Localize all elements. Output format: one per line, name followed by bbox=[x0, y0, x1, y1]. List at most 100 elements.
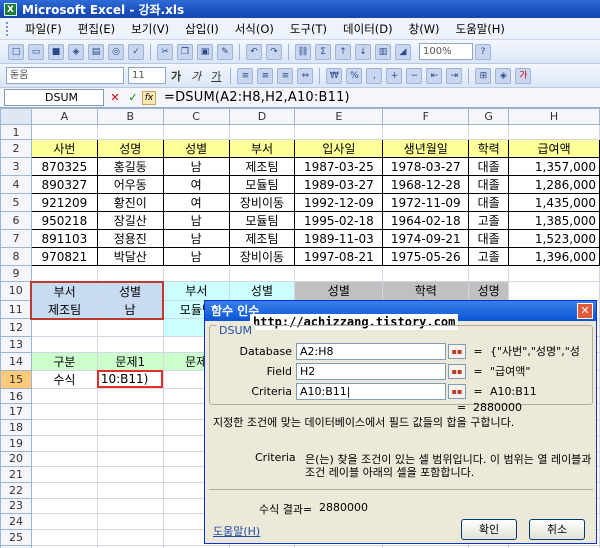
underline-button[interactable]: 가 bbox=[206, 68, 226, 84]
cell[interactable] bbox=[30, 123, 98, 141]
align-left-icon[interactable]: ≡ bbox=[237, 67, 254, 84]
criteria-cell[interactable]: 제조팀 bbox=[30, 299, 98, 320]
row-header[interactable]: 2 bbox=[0, 139, 32, 159]
menu-insert[interactable]: 삽입(I) bbox=[177, 21, 227, 37]
cell[interactable]: 1995-02-18 bbox=[294, 211, 384, 231]
database-input[interactable]: A2:H8 bbox=[296, 342, 446, 360]
column-header[interactable]: B bbox=[96, 108, 164, 125]
cell[interactable] bbox=[228, 123, 296, 141]
criteria-cell[interactable]: 학력 bbox=[382, 281, 470, 301]
cell[interactable]: 남 bbox=[162, 211, 230, 231]
cell[interactable]: 장비이동 bbox=[228, 247, 296, 267]
header-cell[interactable]: 학력 bbox=[468, 139, 510, 159]
header-cell[interactable]: 성별 bbox=[162, 139, 230, 159]
autosum-icon[interactable]: Σ bbox=[315, 43, 331, 60]
row-header[interactable]: 22 bbox=[0, 481, 32, 499]
cell[interactable] bbox=[30, 318, 98, 338]
cell[interactable] bbox=[96, 123, 164, 141]
save-icon[interactable]: ■ bbox=[48, 43, 64, 60]
cell[interactable] bbox=[96, 387, 164, 405]
borders-icon[interactable]: ⊞ bbox=[475, 67, 492, 84]
criteria-cell[interactable]: 남 bbox=[96, 299, 165, 320]
cell[interactable]: 남 bbox=[162, 247, 230, 267]
row-header[interactable]: 10 bbox=[0, 281, 32, 301]
cell[interactable] bbox=[162, 265, 230, 283]
insert-function-icon[interactable]: fx bbox=[142, 90, 156, 105]
print-icon[interactable]: ▤ bbox=[88, 43, 104, 60]
cell[interactable] bbox=[468, 123, 510, 141]
comma-icon[interactable]: , bbox=[366, 67, 383, 84]
cell[interactable] bbox=[96, 466, 164, 483]
column-header[interactable]: F bbox=[382, 108, 470, 125]
cell[interactable] bbox=[294, 123, 384, 141]
cell[interactable] bbox=[468, 265, 510, 283]
currency-icon[interactable]: ₩ bbox=[326, 67, 343, 84]
collapse-range-icon[interactable]: ▪▪ bbox=[448, 383, 466, 399]
italic-button[interactable]: 가 bbox=[186, 68, 206, 84]
font-name-select[interactable]: 돋움 bbox=[6, 67, 124, 84]
cell[interactable]: 1,357,000 bbox=[508, 157, 600, 177]
header-cell[interactable]: 급여액 bbox=[508, 139, 600, 159]
row-header[interactable]: 14 bbox=[0, 351, 32, 371]
cell[interactable] bbox=[96, 528, 164, 546]
cell[interactable] bbox=[508, 123, 600, 141]
row-header[interactable]: 20 bbox=[0, 450, 32, 468]
row-header[interactable]: 3 bbox=[0, 157, 32, 177]
cell[interactable] bbox=[96, 336, 164, 353]
cell[interactable] bbox=[96, 450, 164, 468]
row-header[interactable]: 21 bbox=[0, 466, 32, 483]
row-header[interactable]: 4 bbox=[0, 175, 32, 195]
paste-icon[interactable]: ▣ bbox=[197, 43, 213, 60]
cell[interactable]: 고졸 bbox=[468, 247, 510, 267]
row-header[interactable]: 15 bbox=[0, 369, 32, 389]
cell[interactable]: 제조팀 bbox=[228, 229, 296, 249]
cell[interactable] bbox=[30, 513, 98, 530]
cancel-formula-icon[interactable]: ✕ bbox=[108, 91, 122, 104]
row-header[interactable]: 24 bbox=[0, 513, 32, 530]
cell[interactable]: 고졸 bbox=[468, 211, 510, 231]
cell[interactable] bbox=[96, 265, 164, 283]
help-link[interactable]: 도움말(H) bbox=[213, 523, 260, 539]
cell[interactable]: 홍길동 bbox=[96, 157, 164, 177]
row-header[interactable]: 18 bbox=[0, 419, 32, 436]
header-cell[interactable]: 성명 bbox=[96, 139, 164, 159]
cell[interactable] bbox=[96, 318, 164, 338]
cell[interactable]: 1968-12-28 bbox=[382, 175, 470, 195]
header-cell[interactable]: 생년월일 bbox=[382, 139, 470, 159]
cell[interactable]: 1997-08-21 bbox=[294, 247, 384, 267]
cell[interactable]: 1,286,000 bbox=[508, 175, 600, 195]
dialog-close-icon[interactable]: ✕ bbox=[577, 303, 593, 319]
cell[interactable]: 870325 bbox=[30, 157, 98, 177]
cell[interactable] bbox=[508, 281, 600, 301]
cell[interactable] bbox=[96, 497, 164, 515]
column-header[interactable]: D bbox=[228, 108, 296, 125]
criteria-input[interactable]: A10:B11| bbox=[296, 382, 446, 400]
redo-icon[interactable]: ↷ bbox=[266, 43, 282, 60]
cell[interactable]: 여 bbox=[162, 175, 230, 195]
cell[interactable]: 어우동 bbox=[96, 175, 164, 195]
cell[interactable] bbox=[508, 265, 600, 283]
cell[interactable]: 수식 bbox=[30, 369, 98, 389]
cell[interactable] bbox=[30, 265, 98, 283]
menu-view[interactable]: 보기(V) bbox=[123, 21, 177, 37]
cell[interactable]: 정용진 bbox=[96, 229, 164, 249]
field-input[interactable]: H2 bbox=[296, 362, 446, 380]
row-header[interactable]: 17 bbox=[0, 403, 32, 421]
cell[interactable]: 950218 bbox=[30, 211, 98, 231]
increase-decimal-icon[interactable]: + bbox=[386, 67, 403, 84]
column-header[interactable]: C bbox=[162, 108, 230, 125]
collapse-range-icon[interactable]: ▪▪ bbox=[448, 363, 466, 379]
cell[interactable]: 1,435,000 bbox=[508, 193, 600, 213]
increase-indent-icon[interactable]: ⇥ bbox=[446, 67, 463, 84]
cancel-button[interactable]: 취소 bbox=[529, 519, 585, 540]
cell[interactable]: 1975-05-26 bbox=[382, 247, 470, 267]
formula-input[interactable]: =DSUM(A2:H8,H2,A10:B11) bbox=[164, 90, 350, 105]
cut-icon[interactable]: ✂ bbox=[157, 43, 173, 60]
cell[interactable]: 모듈팀 bbox=[228, 175, 296, 195]
cell[interactable]: 921209 bbox=[30, 193, 98, 213]
cell[interactable] bbox=[30, 481, 98, 499]
column-header[interactable]: G bbox=[468, 108, 510, 125]
cell[interactable]: 1978-03-27 bbox=[382, 157, 470, 177]
cell[interactable]: 장길산 bbox=[96, 211, 164, 231]
cell[interactable]: 1,523,000 bbox=[508, 229, 600, 249]
